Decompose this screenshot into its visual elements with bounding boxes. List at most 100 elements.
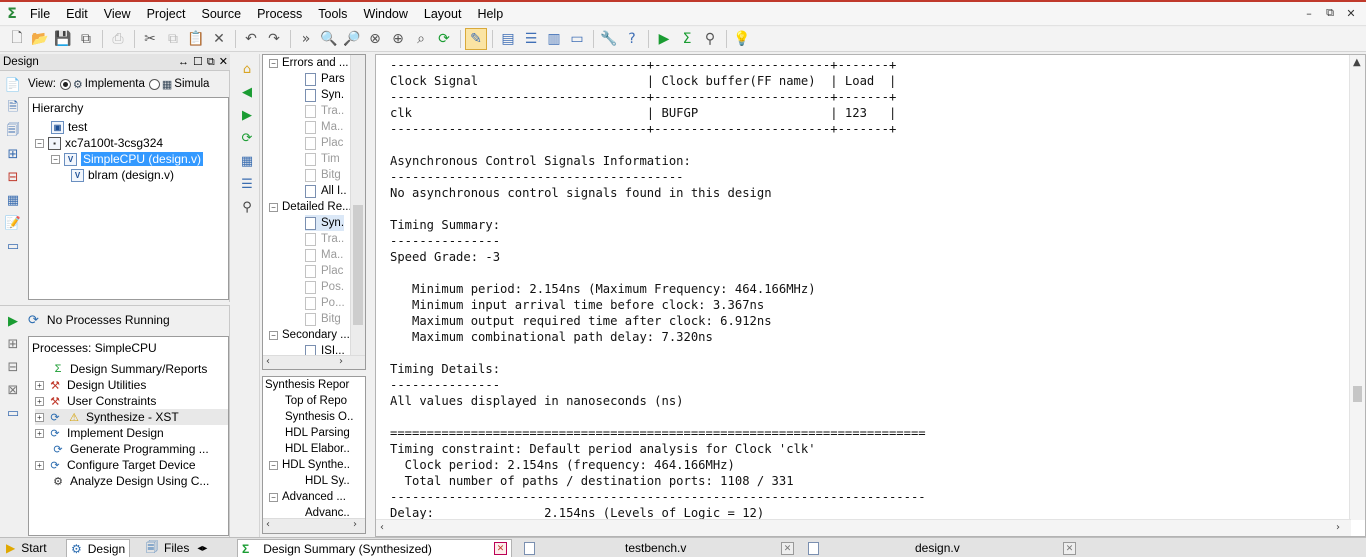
- scroll-right-icon[interactable]: ›: [353, 519, 357, 530]
- expand-icon[interactable]: +: [35, 396, 44, 406]
- nav2-group[interactable]: − Advanced ...: [269, 489, 346, 505]
- nav2-horizontal-scrollbar[interactable]: ‹ ›: [263, 518, 365, 533]
- menu-project[interactable]: Project: [139, 2, 194, 26]
- resize-icon[interactable]: ↔: [178, 54, 189, 71]
- undo-icon[interactable]: ↶: [240, 28, 262, 50]
- nav-group-errors[interactable]: − Errors and ...: [269, 55, 348, 71]
- minimize-icon[interactable]: –: [1300, 4, 1318, 22]
- collapse-icon[interactable]: −: [269, 460, 278, 470]
- nav-item[interactable]: Syn.: [305, 87, 344, 103]
- process-item[interactable]: + ⚒ User Constraints: [35, 393, 156, 409]
- new-source-icon[interactable]: 📄: [0, 74, 26, 97]
- restore-icon[interactable]: ⧉: [1321, 4, 1339, 22]
- tab-files[interactable]: 🗐 Files ◂▸: [142, 539, 211, 557]
- collapse-icon[interactable]: −: [35, 138, 44, 148]
- float-icon[interactable]: ⧉: [207, 54, 215, 71]
- edit-mode-icon[interactable]: ✎: [465, 28, 487, 50]
- nav-horizontal-scrollbar[interactable]: ‹ ›: [263, 355, 365, 369]
- save-icon[interactable]: 💾: [52, 28, 74, 50]
- cut-icon[interactable]: ✂: [139, 28, 161, 50]
- expand-icon[interactable]: +: [35, 428, 44, 438]
- menu-process[interactable]: Process: [249, 2, 310, 26]
- tree-item-blram[interactable]: V blram (design.v): [71, 167, 174, 183]
- nav2-item[interactable]: HDL Elabor..: [285, 441, 350, 457]
- zoom-full-icon[interactable]: ⊕: [387, 28, 409, 50]
- close-icon[interactable]: ✕: [219, 54, 228, 71]
- process-panel-icon[interactable]: ▭: [0, 402, 26, 425]
- report-icon[interactable]: 📝: [0, 212, 26, 235]
- scroll-thumb[interactable]: [1353, 386, 1362, 402]
- simulation-radio[interactable]: [148, 78, 160, 90]
- collapse-icon[interactable]: −: [269, 330, 278, 340]
- scroll-up-icon[interactable]: ▲: [1353, 57, 1361, 68]
- nav-item-selected[interactable]: Syn.: [305, 215, 345, 231]
- delete-icon[interactable]: ✕: [208, 28, 230, 50]
- process-item[interactable]: + ⟳ Implement Design: [35, 425, 164, 441]
- collapse-icon[interactable]: −: [269, 202, 278, 212]
- process-item[interactable]: + ⚒ Design Utilities: [35, 377, 146, 393]
- nav2-group[interactable]: − HDL Synthe..: [269, 457, 350, 473]
- nav-group-secondary[interactable]: − Secondary ...: [269, 327, 350, 343]
- tree-item-simplecpu[interactable]: − V SimpleCPU (design.v): [51, 151, 204, 167]
- collapse-icon[interactable]: −: [51, 154, 60, 164]
- scroll-right-icon[interactable]: ›: [339, 356, 343, 367]
- redo-icon[interactable]: ↷: [263, 28, 285, 50]
- nav2-item[interactable]: Top of Repo: [285, 393, 347, 409]
- close-icon[interactable]: ✕: [1342, 4, 1360, 22]
- nav-vertical-scrollbar[interactable]: [350, 55, 365, 355]
- sigma-icon[interactable]: Σ: [676, 28, 698, 50]
- nav-item[interactable]: Pos.: [305, 279, 344, 295]
- nav2-item[interactable]: HDL Parsing: [285, 425, 350, 441]
- reload-icon[interactable]: ⟳: [234, 127, 260, 150]
- nav-item[interactable]: Ma..: [305, 247, 343, 263]
- implementation-radio[interactable]: [59, 78, 71, 90]
- nav-group-detailed[interactable]: − Detailed Re...: [269, 199, 352, 215]
- menu-help[interactable]: Help: [469, 2, 511, 26]
- expand-icon[interactable]: +: [35, 380, 44, 390]
- cascade-icon[interactable]: ▤: [497, 28, 519, 50]
- report-editor[interactable]: -----------------------------------+----…: [375, 54, 1366, 537]
- nav-item[interactable]: Tim: [305, 151, 340, 167]
- collapse-icon[interactable]: −: [269, 58, 278, 68]
- tree-item-project[interactable]: ▣ test: [51, 119, 87, 135]
- menu-window[interactable]: Window: [355, 2, 415, 26]
- menu-view[interactable]: View: [96, 2, 139, 26]
- process-hierarchy-icon[interactable]: ⊞: [0, 333, 26, 356]
- nav-item[interactable]: Ma..: [305, 119, 343, 135]
- home-icon[interactable]: ⌂: [234, 58, 260, 81]
- lightbulb-icon[interactable]: 💡: [731, 28, 753, 50]
- nav-item[interactable]: Plac: [305, 135, 343, 151]
- binoculars-icon[interactable]: ⚲: [234, 196, 260, 219]
- paste-icon[interactable]: 📋: [185, 28, 207, 50]
- open-folder-icon[interactable]: 📂: [29, 28, 51, 50]
- close-tab-icon[interactable]: ✕: [494, 542, 507, 555]
- tab-testbench[interactable]: testbench.v ✕: [520, 539, 798, 557]
- add-source-icon[interactable]: 🗎: [0, 97, 26, 120]
- menu-edit[interactable]: Edit: [58, 2, 96, 26]
- close-tab-icon[interactable]: ✕: [781, 541, 794, 555]
- window-icon[interactable]: ▭: [566, 28, 588, 50]
- tile-horizontal-icon[interactable]: ☰: [520, 28, 542, 50]
- panel-icon[interactable]: ▭: [0, 235, 26, 258]
- zoom-in-icon[interactable]: 🔍: [318, 28, 340, 50]
- run-process-icon[interactable]: ▶: [0, 310, 26, 333]
- back-icon[interactable]: ◀: [234, 81, 260, 104]
- tab-design[interactable]: ⚙ Design: [66, 539, 131, 557]
- scroll-left-icon[interactable]: ‹: [380, 522, 384, 533]
- process-item[interactable]: Σ Design Summary/Reports: [51, 361, 208, 377]
- tree-item-device[interactable]: − ▪ xc7a100t-3csg324: [35, 135, 163, 151]
- close-tab-icon[interactable]: ✕: [1063, 541, 1076, 555]
- nav-item[interactable]: Plac: [305, 263, 343, 279]
- telescope-icon[interactable]: ⚲: [699, 28, 721, 50]
- process-item-synthesize[interactable]: + ⟳ ⚠ Synthesize - XST: [35, 409, 228, 425]
- refresh-icon[interactable]: ⟳: [433, 28, 455, 50]
- scroll-right-icon[interactable]: ›: [1336, 522, 1340, 533]
- nav2-item[interactable]: Synthesis Repor: [265, 377, 349, 393]
- nav-item[interactable]: Tra..: [305, 103, 344, 119]
- expand-icon[interactable]: +: [35, 412, 44, 422]
- zoom-out-icon[interactable]: 🔎: [341, 28, 363, 50]
- expand-icon[interactable]: +: [35, 460, 44, 470]
- nav-item[interactable]: Tra..: [305, 231, 344, 247]
- wrench-icon[interactable]: 🔧: [598, 28, 620, 50]
- new-file-icon[interactable]: 🗋: [6, 28, 28, 50]
